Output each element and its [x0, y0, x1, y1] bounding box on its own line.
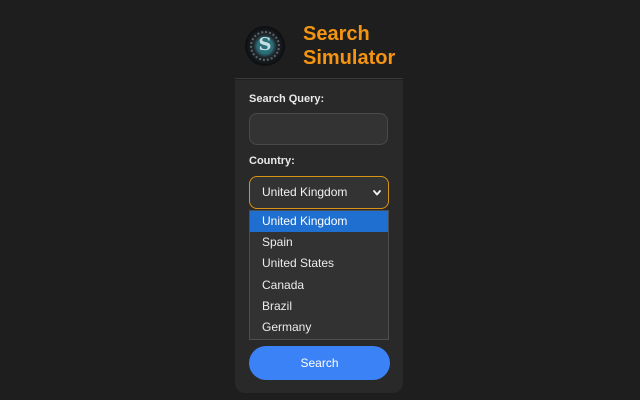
country-label: Country: — [249, 155, 295, 167]
search-query-label: Search Query: — [249, 93, 325, 105]
country-option-united-states[interactable]: United States — [250, 253, 388, 274]
app-logo: S — [247, 28, 283, 64]
search-query-input[interactable] — [249, 113, 388, 145]
country-option-united-kingdom[interactable]: United Kingdom — [250, 211, 388, 232]
country-option-germany[interactable]: Germany — [250, 317, 388, 338]
country-option-spain[interactable]: Spain — [250, 232, 388, 253]
search-form-panel: Search Query: Country: United Kingdom Un… — [235, 80, 403, 393]
logo-letter: S — [258, 34, 272, 55]
chevron-down-icon — [373, 190, 381, 196]
country-select[interactable]: United Kingdom — [249, 176, 389, 209]
country-option-canada[interactable]: Canada — [250, 275, 388, 296]
app-title: Search Simulator — [303, 23, 396, 69]
country-dropdown-list: United Kingdom Spain United States Canad… — [249, 210, 389, 340]
app-header: S Search Simulator — [235, 14, 403, 78]
header-divider — [235, 78, 403, 79]
country-option-brazil[interactable]: Brazil — [250, 296, 388, 317]
search-button[interactable]: Search — [249, 346, 390, 380]
country-select-value: United Kingdom — [262, 185, 348, 199]
